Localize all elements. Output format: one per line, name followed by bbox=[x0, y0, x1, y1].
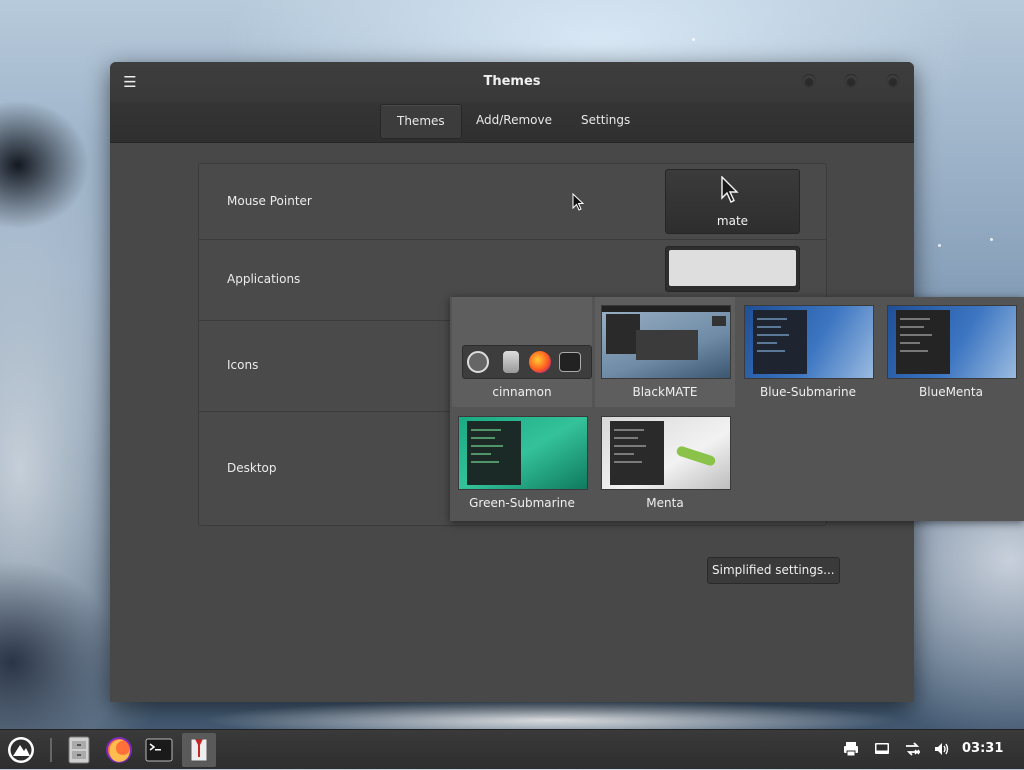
wallpaper-shadow-lower bbox=[0, 560, 120, 730]
taskbar: 03:31 bbox=[0, 729, 1024, 769]
tab-settings[interactable]: Settings bbox=[565, 104, 646, 137]
theme-option-green-submarine[interactable]: Green-Submarine bbox=[452, 408, 592, 518]
terminal-icon[interactable] bbox=[142, 733, 176, 767]
wallpaper-shadow bbox=[0, 100, 90, 230]
applications-theme-preview bbox=[669, 250, 796, 286]
wallpaper-sparkle bbox=[938, 244, 941, 247]
title-bar[interactable]: ☰ Themes bbox=[110, 62, 914, 102]
files-icon[interactable] bbox=[62, 733, 96, 767]
simplified-settings-button[interactable]: Simplified settings... bbox=[707, 557, 840, 584]
mint-menu-icon bbox=[467, 351, 489, 373]
bluementa-thumbnail bbox=[887, 305, 1017, 379]
wallpaper-sparkle bbox=[990, 238, 993, 241]
display-icon[interactable] bbox=[873, 740, 891, 758]
applications-theme-chooser[interactable] bbox=[665, 246, 800, 292]
window-title: Themes bbox=[483, 74, 541, 89]
close-button[interactable] bbox=[886, 74, 900, 88]
mouse-pointer-row: Mouse Pointer mate bbox=[199, 164, 826, 240]
volume-icon[interactable] bbox=[933, 740, 951, 758]
blue-submarine-thumbnail bbox=[744, 305, 874, 379]
cursor-arrow-icon bbox=[721, 176, 739, 203]
terminal-icon bbox=[559, 352, 581, 372]
mouse-pointer-label: Mouse Pointer bbox=[227, 194, 312, 208]
printer-icon[interactable] bbox=[842, 740, 860, 758]
menu-icon[interactable] bbox=[4, 733, 38, 767]
network-icon[interactable] bbox=[904, 740, 922, 758]
desktop-label: Desktop bbox=[227, 461, 277, 475]
theme-name: Blue-Submarine bbox=[759, 385, 857, 399]
theme-option-bluementa[interactable]: BlueMenta bbox=[881, 297, 1021, 407]
taskbar-separator bbox=[50, 738, 52, 762]
wallpaper-sparkle bbox=[692, 38, 695, 41]
icons-label: Icons bbox=[227, 358, 259, 372]
blackmate-thumbnail bbox=[601, 305, 731, 379]
theme-option-blackmate[interactable]: BlackMATE bbox=[595, 297, 735, 407]
theme-selection-popup: cinnamon BlackMATE Blue-Submarine BlueMe… bbox=[450, 297, 1024, 521]
applications-label: Applications bbox=[227, 272, 301, 286]
theme-name: Green-Submarine bbox=[469, 496, 575, 510]
theme-option-menta[interactable]: Menta bbox=[595, 408, 735, 518]
mouse-pointer-value: mate bbox=[716, 214, 749, 228]
files-icon bbox=[503, 351, 519, 373]
tab-bar: Themes Add/Remove Settings bbox=[110, 102, 914, 143]
minimize-button[interactable] bbox=[802, 74, 816, 88]
theme-option-blue-submarine[interactable]: Blue-Submarine bbox=[738, 297, 878, 407]
theme-name: BlueMenta bbox=[919, 385, 983, 399]
tab-add-remove[interactable]: Add/Remove bbox=[460, 104, 568, 137]
green-submarine-thumbnail bbox=[458, 416, 588, 490]
firefox-icon bbox=[529, 351, 551, 373]
cinnamon-panel-preview bbox=[462, 345, 592, 379]
firefox-icon[interactable] bbox=[102, 733, 136, 767]
theme-name: BlackMATE bbox=[632, 385, 698, 399]
mouse-cursor-icon bbox=[572, 193, 585, 211]
tab-themes[interactable]: Themes bbox=[380, 104, 462, 139]
menta-thumbnail bbox=[601, 416, 731, 490]
maximize-button[interactable] bbox=[844, 74, 858, 88]
theme-name: Menta bbox=[646, 496, 684, 510]
themes-app-icon[interactable] bbox=[182, 733, 216, 767]
mouse-pointer-chooser[interactable]: mate bbox=[665, 169, 800, 234]
clock[interactable]: 03:31 bbox=[962, 741, 1003, 756]
theme-name: cinnamon bbox=[492, 385, 552, 399]
theme-option-cinnamon[interactable]: cinnamon bbox=[452, 297, 592, 407]
